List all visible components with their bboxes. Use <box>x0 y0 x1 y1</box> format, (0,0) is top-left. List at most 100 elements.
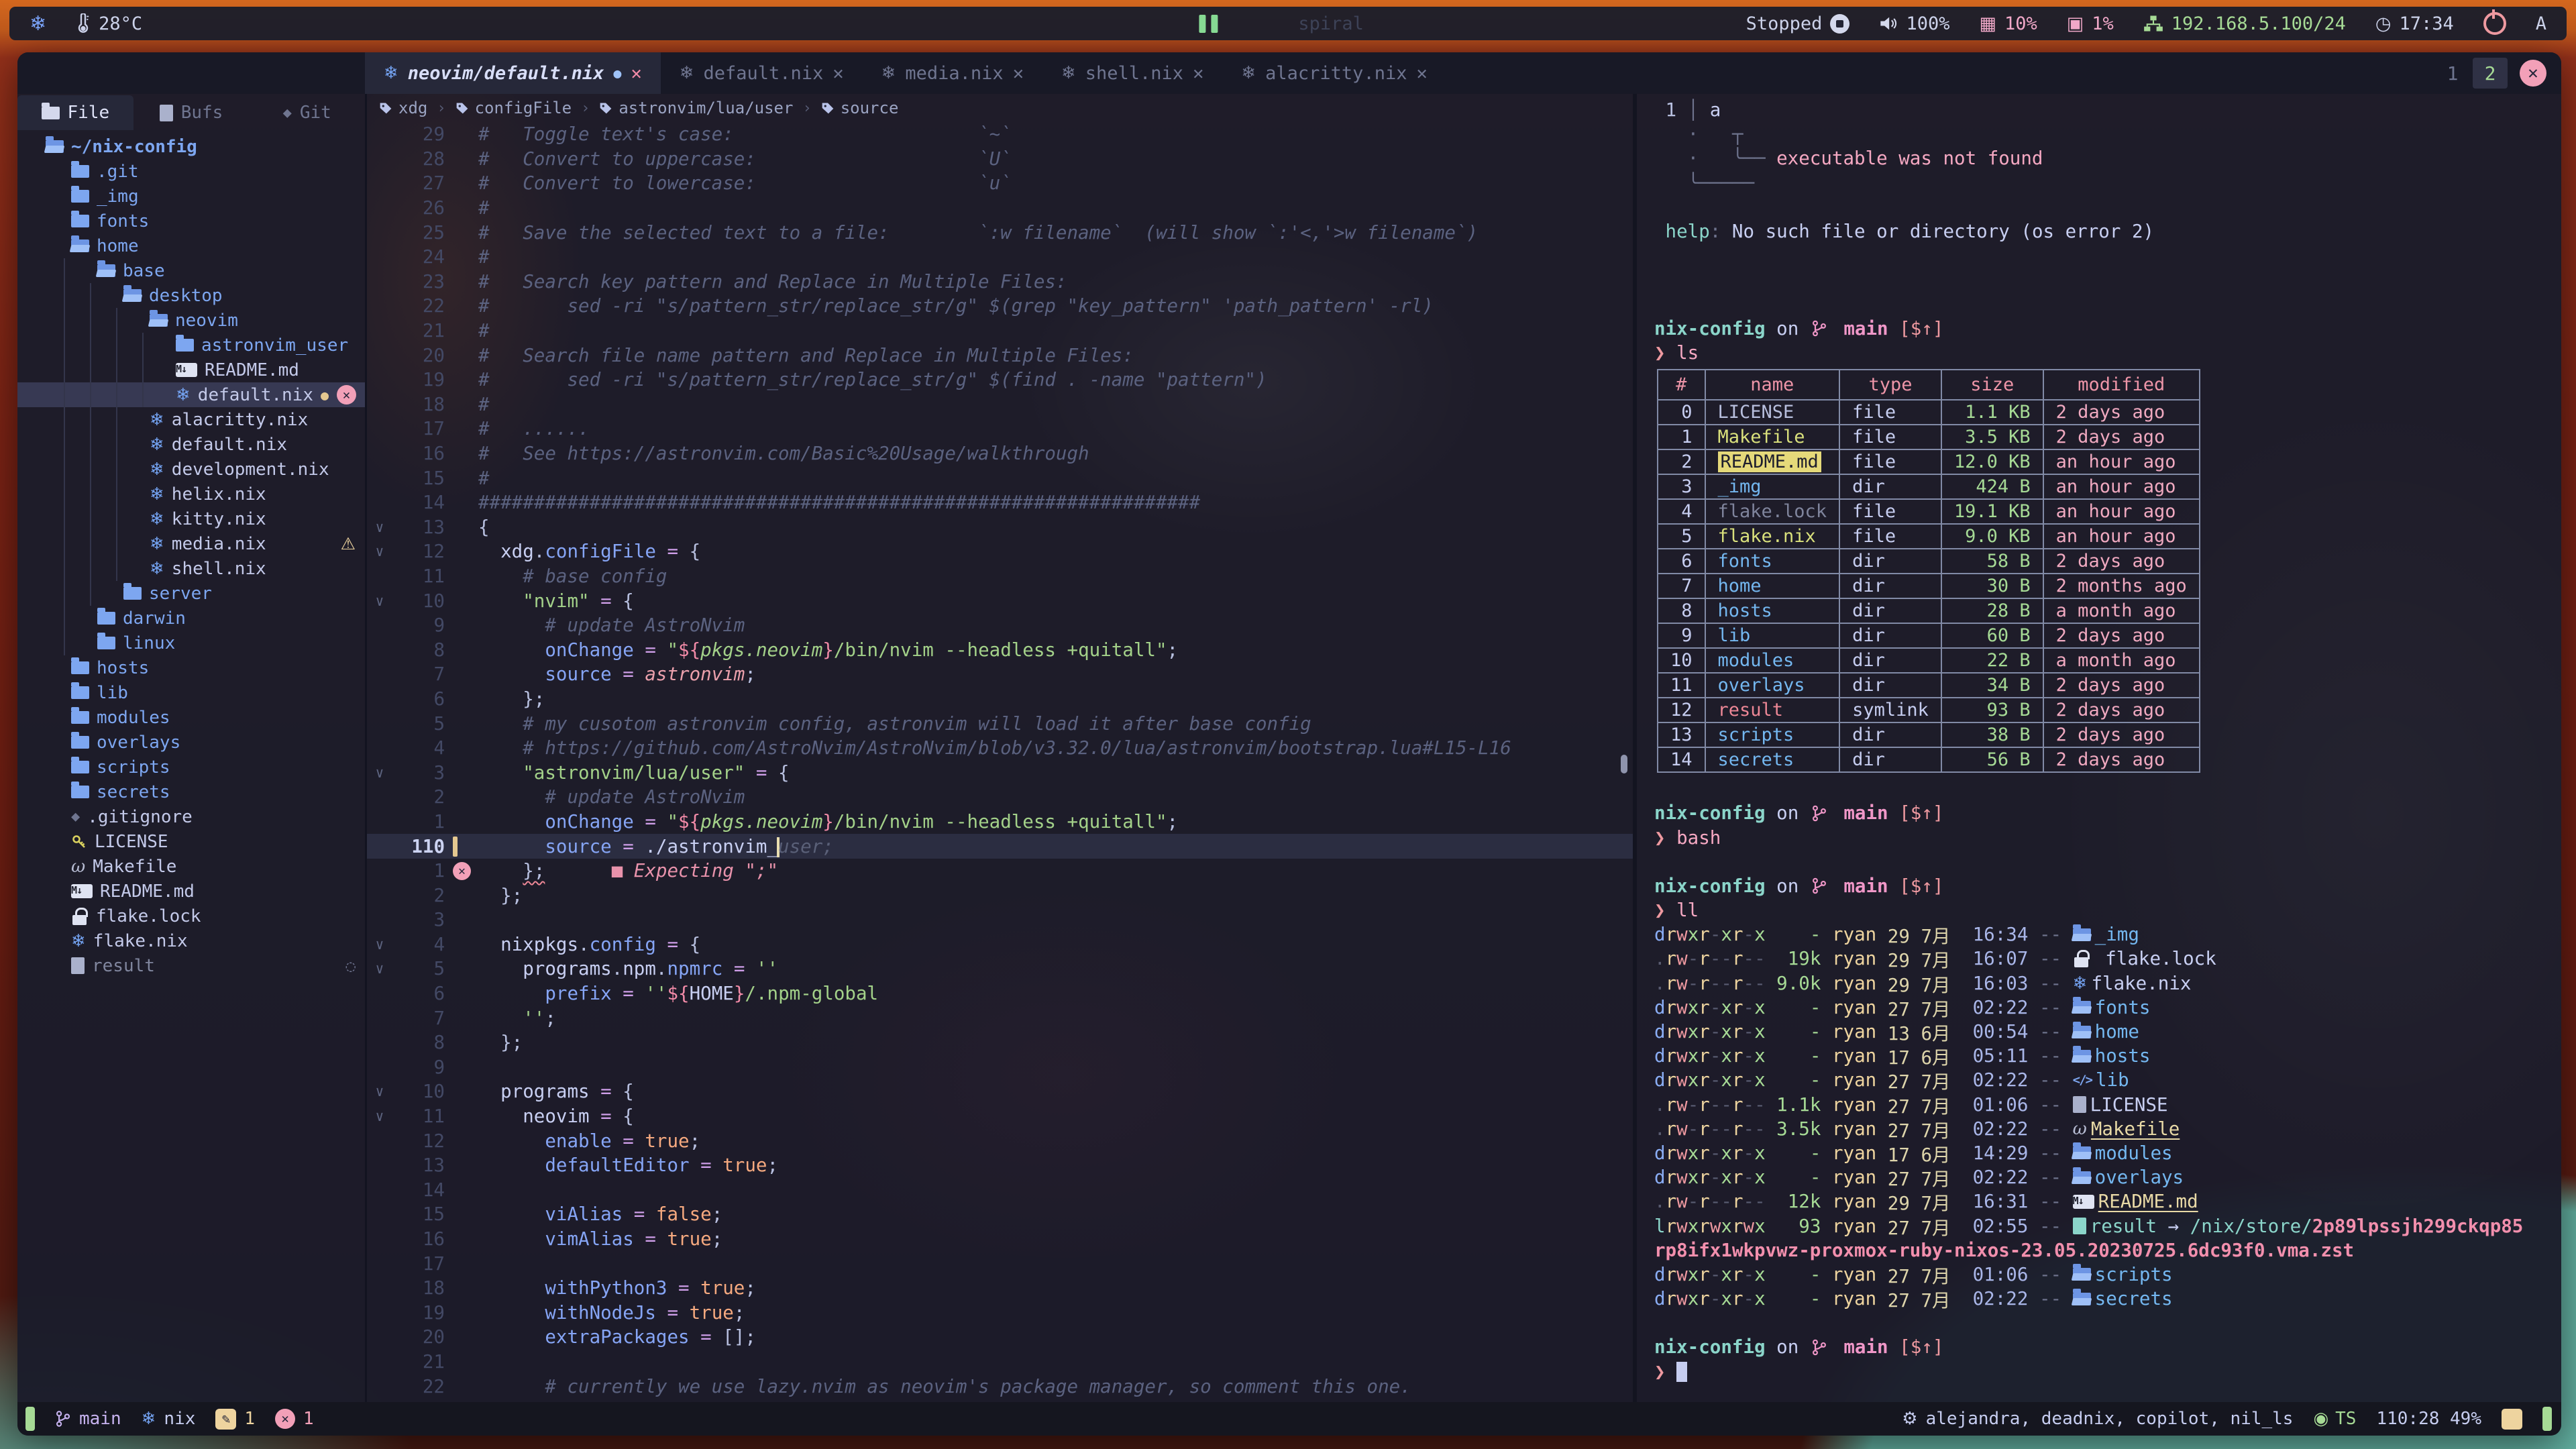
tree-item-linux[interactable]: linux <box>17 631 365 655</box>
file-icon <box>71 957 85 974</box>
breadcrumb-segment[interactable]: astronvim/lua/user <box>599 99 793 117</box>
statusline-lsp-tools[interactable]: ⚙ alejandra, deadnix, copilot, nil_ls <box>1902 1409 2293 1429</box>
neotree-tab-git[interactable]: ◆Git <box>249 95 365 130</box>
memory-widget[interactable]: ▦ 10% <box>1979 13 2037 34</box>
media-status-widget[interactable]: Stopped <box>1746 13 1850 34</box>
fold-chevron-icon[interactable]: ∨ <box>367 961 392 977</box>
code-text: # Search key pattern and Replace in Mult… <box>473 271 1067 292</box>
table-row: 6fontsdir58 B2 days ago <box>1658 549 2200 574</box>
buffer-tab-media-nix[interactable]: ❄media.nix✕ <box>863 52 1042 94</box>
fold-chevron-icon[interactable]: ∨ <box>367 593 392 609</box>
tree-item-media-nix[interactable]: ❄media.nix⚠ <box>17 531 365 556</box>
statusline-modified[interactable]: ✎ 1 <box>215 1409 255 1430</box>
tree-item-shell-nix[interactable]: ❄shell.nix <box>17 556 365 581</box>
code-line: 28# Convert to uppercase: `U` <box>367 147 1633 172</box>
clock-widget[interactable]: ◷ 17:34 <box>2375 13 2454 34</box>
tree-item-README-md[interactable]: M↓README.md <box>17 358 365 382</box>
table-header: # <box>1658 370 1705 400</box>
tree-item--img[interactable]: _img <box>17 184 365 209</box>
keyboard-layout-indicator[interactable]: A <box>2536 13 2546 34</box>
tree-item-development-nix[interactable]: ❄development.nix <box>17 457 365 482</box>
tree-item-default-nix[interactable]: ❄default.nix●✕ <box>17 382 365 407</box>
terminal-pane[interactable]: 1 │ a · ┬ · ╰── executable was not found… <box>1633 94 2561 1402</box>
editor-code-area[interactable]: 29# Toggle text's case: `~`28# Convert t… <box>367 122 1633 1402</box>
close-buffer-button[interactable]: ✕ <box>2520 60 2546 87</box>
tree-item-astronvim-user[interactable]: astronvim_user <box>17 333 365 358</box>
tree-item-darwin[interactable]: darwin <box>17 606 365 631</box>
tree-item-Makefile[interactable]: ωMakefile <box>17 854 365 879</box>
cpu-widget[interactable]: ▣ 1% <box>2067 13 2114 34</box>
close-file-icon[interactable]: ✕ <box>337 385 356 405</box>
tree-item--gitignore[interactable]: ◆.gitignore <box>17 804 365 829</box>
tree-item-result[interactable]: result◌ <box>17 953 365 978</box>
tree-item-default-nix[interactable]: ❄default.nix <box>17 432 365 457</box>
fold-chevron-icon[interactable]: ∨ <box>367 543 392 559</box>
fold-chevron-icon[interactable]: ∨ <box>367 936 392 953</box>
permissions: drwxr-xr-x <box>1654 997 1766 1018</box>
tree-item-README-md[interactable]: M↓README.md <box>17 879 365 904</box>
fold-chevron-icon[interactable]: ∨ <box>367 1108 392 1124</box>
close-tab-icon[interactable]: ✕ <box>833 63 843 84</box>
tree-item-neovim[interactable]: neovim <box>17 308 365 333</box>
editor-pane[interactable]: xdg›configFile›astronvim/lua/user›source… <box>367 94 1633 1402</box>
tree-item--nix-config[interactable]: ~/nix-config <box>17 134 365 159</box>
tree-item-hosts[interactable]: hosts <box>17 655 365 680</box>
tree-item-label: _img <box>97 186 139 207</box>
breadcrumb-segment[interactable]: configFile <box>455 99 572 117</box>
tree-item-home[interactable]: home <box>17 233 365 258</box>
chevron-right-icon: › <box>437 100 445 117</box>
close-tab-icon[interactable]: ✕ <box>631 63 641 84</box>
tree-item-base[interactable]: base <box>17 258 365 283</box>
buffer-tab-default-nix[interactable]: ❄default.nix✕ <box>661 52 863 94</box>
memory-value: 10% <box>2004 13 2037 34</box>
tree-item-fonts[interactable]: fonts <box>17 209 365 233</box>
terminal-line: nix-config on main [$↑] <box>1654 801 2561 825</box>
pause-icon[interactable] <box>1199 15 1218 33</box>
power-icon[interactable] <box>2483 12 2506 35</box>
close-tab-icon[interactable]: ✕ <box>1193 63 1203 84</box>
tree-item-LICENSE[interactable]: LICENSE <box>17 829 365 854</box>
indent-guides <box>64 531 142 556</box>
tree-item-desktop[interactable]: desktop <box>17 283 365 308</box>
breadcrumb-segment[interactable]: source <box>821 99 899 117</box>
close-tab-icon[interactable]: ✕ <box>1013 63 1024 84</box>
tree-item-scripts[interactable]: scripts <box>17 755 365 780</box>
buffer-tab-shell-nix[interactable]: ❄shell.nix✕ <box>1042 52 1222 94</box>
breadcrumb-segment[interactable]: xdg <box>379 99 427 117</box>
tree-item-helix-nix[interactable]: ❄helix.nix <box>17 482 365 506</box>
fold-chevron-icon[interactable]: ∨ <box>367 519 392 535</box>
tree-item-alacritty-nix[interactable]: ❄alacritty.nix <box>17 407 365 432</box>
fold-chevron-icon[interactable]: ∨ <box>367 765 392 781</box>
line-number: 20 <box>392 345 453 366</box>
line-number: 3 <box>392 909 453 930</box>
branch-name: main <box>79 1409 121 1429</box>
tree-item--git[interactable]: .git <box>17 159 365 184</box>
statusline-errors[interactable]: ✕ 1 <box>275 1409 314 1429</box>
tree-item-lib[interactable]: lib <box>17 680 365 705</box>
table-row: 10modulesdir22 Ba month ago <box>1658 648 2200 673</box>
volume-widget[interactable]: 100% <box>1879 13 1949 34</box>
tree-item-label: media.nix <box>172 534 266 554</box>
tab-label: default.nix <box>704 63 824 84</box>
statusline-git-branch[interactable]: main <box>55 1409 121 1429</box>
nix-icon: ❄ <box>150 460 164 480</box>
buffer-tab-alacritty-nix[interactable]: ❄alacritty.nix✕ <box>1222 52 1446 94</box>
tree-item-overlays[interactable]: overlays <box>17 730 365 755</box>
network-widget[interactable]: 192.168.5.100/24 <box>2143 13 2346 34</box>
tree-item-modules[interactable]: modules <box>17 705 365 730</box>
tree-item-flake-nix[interactable]: ❄flake.nix <box>17 928 365 953</box>
tree-item-flake-lock[interactable]: flake.lock <box>17 904 365 928</box>
buffer-tab-neovim-default-nix[interactable]: ❄neovim/default.nix●✕ <box>365 52 661 94</box>
nixos-logo-icon[interactable]: ❄ <box>30 12 46 36</box>
scrollbar-indicator[interactable] <box>1621 755 1627 773</box>
tabpage-1[interactable]: 1 <box>2435 58 2470 89</box>
tree-item-secrets[interactable]: secrets <box>17 780 365 804</box>
neotree-tab-file[interactable]: File <box>17 95 133 130</box>
close-tab-icon[interactable]: ✕ <box>1416 63 1427 84</box>
fold-chevron-icon[interactable]: ∨ <box>367 1083 392 1099</box>
tree-item-kitty-nix[interactable]: ❄kitty.nix <box>17 506 365 531</box>
nix-icon: ❄ <box>150 410 164 430</box>
neotree-tab-bufs[interactable]: Bufs <box>133 95 250 130</box>
tree-item-server[interactable]: server <box>17 581 365 606</box>
tabpage-2[interactable]: 2 <box>2473 58 2508 89</box>
